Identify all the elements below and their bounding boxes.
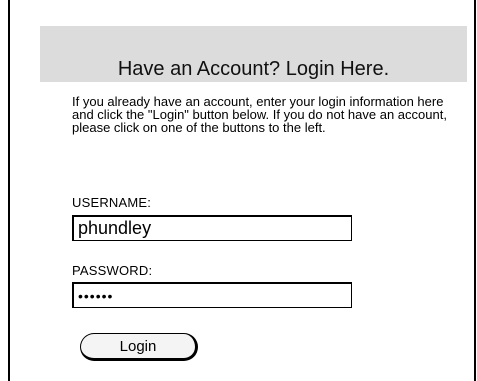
password-input[interactable] — [72, 282, 352, 308]
content-frame: Have an Account? Login Here. If you alre… — [8, 0, 476, 381]
login-button[interactable]: Login — [80, 333, 198, 361]
password-label: PASSWORD: — [72, 263, 153, 278]
username-input[interactable] — [72, 215, 352, 241]
login-page: Have an Account? Login Here. If you alre… — [0, 0, 477, 381]
header-bar: Have an Account? Login Here. — [40, 26, 467, 82]
login-instructions: If you already have an account, enter yo… — [72, 94, 447, 135]
username-label: USERNAME: — [72, 195, 152, 210]
page-title: Have an Account? Login Here. — [117, 58, 390, 80]
